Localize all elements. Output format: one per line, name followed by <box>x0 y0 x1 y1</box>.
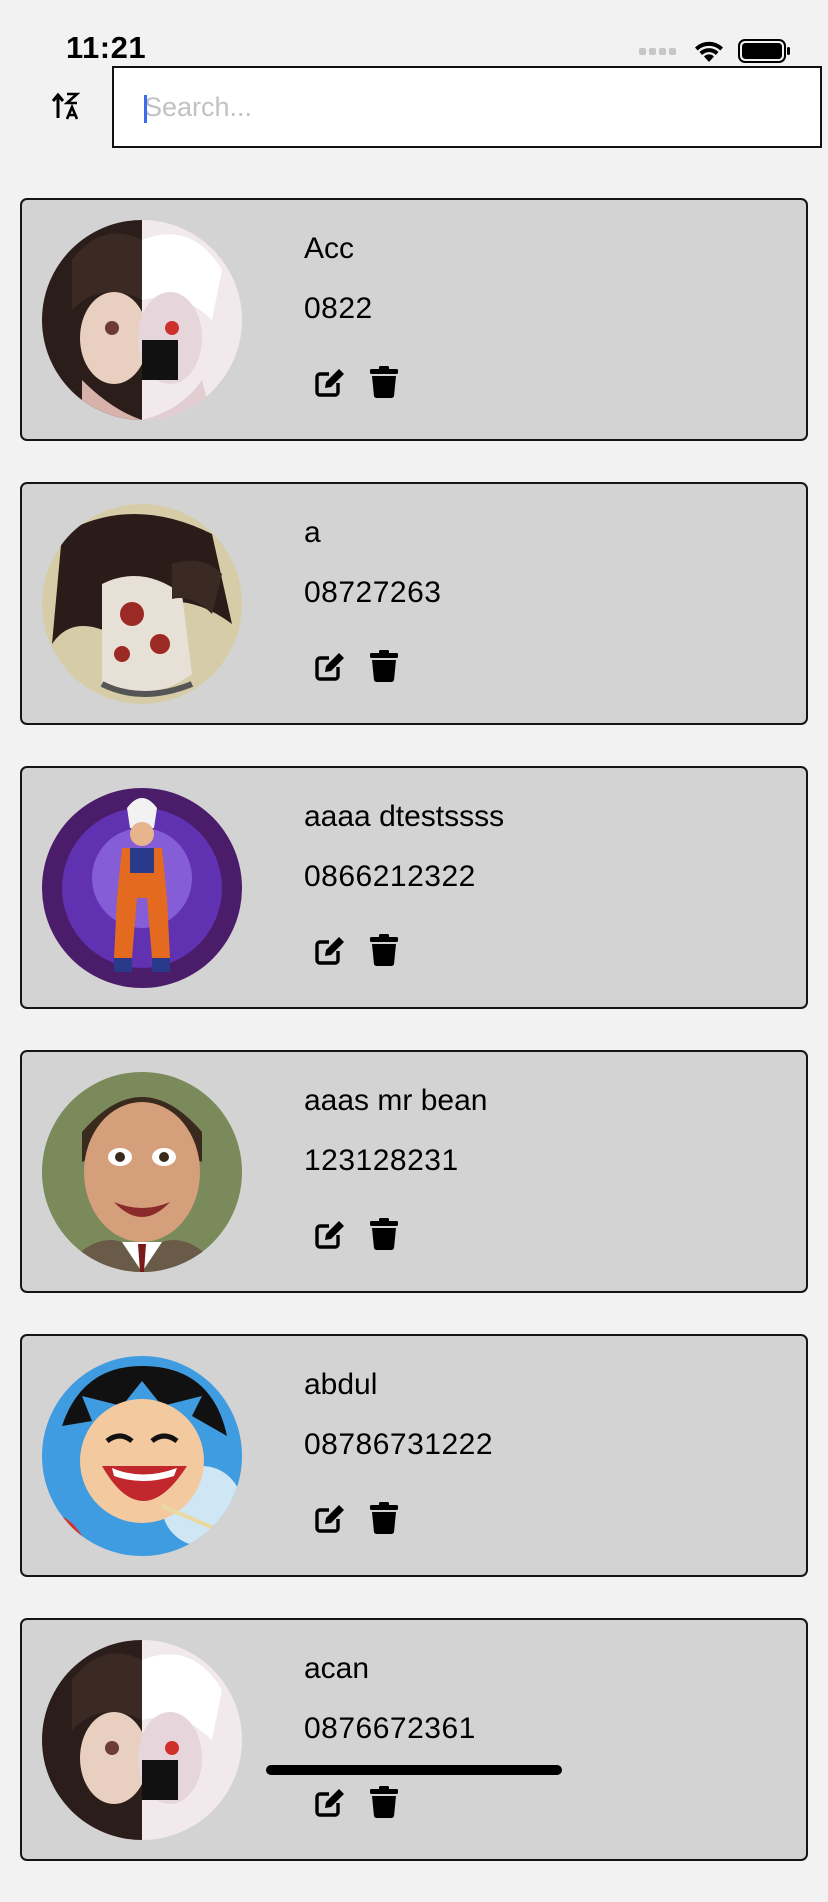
edit-button[interactable] <box>312 1218 348 1254</box>
edit-button[interactable] <box>312 1502 348 1538</box>
trash-icon <box>369 1501 399 1540</box>
trash-icon <box>369 933 399 972</box>
delete-button[interactable] <box>366 933 402 972</box>
edit-icon <box>314 934 346 971</box>
edit-button[interactable] <box>312 934 348 970</box>
contact-card[interactable]: Acc 0822 <box>20 198 808 441</box>
wifi-icon <box>692 38 726 64</box>
status-time: 11:21 <box>66 30 147 65</box>
text-cursor <box>144 95 147 123</box>
contact-name: aaas mr bean <box>304 1084 488 1117</box>
edit-button[interactable] <box>312 1786 348 1822</box>
contact-name: acan <box>304 1652 370 1685</box>
sort-alpha-icon <box>51 91 81 126</box>
delete-button[interactable] <box>366 1501 402 1540</box>
avatar-pirate-laugh <box>42 1356 242 1556</box>
trash-icon <box>369 365 399 404</box>
contact-card[interactable]: aaas mr bean 123128231 <box>20 1050 808 1293</box>
search-input[interactable] <box>114 68 820 146</box>
contact-list: Acc 0822 a 08727263 aaaa dtestssss 08662… <box>20 198 808 1902</box>
delete-button[interactable] <box>366 1217 402 1256</box>
trash-icon <box>369 1785 399 1824</box>
contact-actions <box>312 1785 402 1824</box>
contact-actions <box>312 649 402 688</box>
edit-icon <box>314 1218 346 1255</box>
status-indicators <box>639 38 792 64</box>
contact-name: a <box>304 516 321 549</box>
battery-icon <box>738 38 792 64</box>
contact-card[interactable]: abdul 08786731222 <box>20 1334 808 1577</box>
search-field[interactable] <box>112 66 822 148</box>
trash-icon <box>369 1217 399 1256</box>
edit-icon <box>314 1786 346 1823</box>
contact-phone: 08786731222 <box>304 1428 494 1461</box>
edit-button[interactable] <box>312 650 348 686</box>
contact-phone: 0866212322 <box>304 860 476 893</box>
contact-phone: 0822 <box>304 292 373 325</box>
contact-card[interactable]: acan 0876672361 <box>20 1618 808 1861</box>
contact-name: Acc <box>304 232 355 265</box>
contact-actions <box>312 933 402 972</box>
contact-actions <box>312 365 402 404</box>
sort-button[interactable] <box>46 88 86 128</box>
delete-button[interactable] <box>366 649 402 688</box>
avatar-man-portrait <box>42 1072 242 1272</box>
status-bar: 11:21 <box>0 0 828 66</box>
avatar-ghoul-tattoo <box>42 504 242 704</box>
edit-icon <box>314 366 346 403</box>
home-indicator[interactable] <box>266 1765 562 1775</box>
header <box>0 66 828 150</box>
edit-icon <box>314 650 346 687</box>
contact-name: abdul <box>304 1368 378 1401</box>
delete-button[interactable] <box>366 365 402 404</box>
contact-card[interactable]: aaaa dtestssss 0866212322 <box>20 766 808 1009</box>
edit-icon <box>314 1502 346 1539</box>
avatar-ghoul-mask <box>42 1640 242 1840</box>
delete-button[interactable] <box>366 1785 402 1824</box>
contact-phone: 0876672361 <box>304 1712 476 1745</box>
contact-card[interactable]: a 08727263 <box>20 482 808 725</box>
contact-actions <box>312 1217 402 1256</box>
cellular-signal-icon <box>639 47 676 55</box>
contact-actions <box>312 1501 402 1540</box>
trash-icon <box>369 649 399 688</box>
contact-phone: 123128231 <box>304 1144 459 1177</box>
contact-phone: 08727263 <box>304 576 442 609</box>
avatar-ghoul-mask <box>42 220 242 420</box>
avatar-warrior-aura <box>42 788 242 988</box>
edit-button[interactable] <box>312 366 348 402</box>
contact-name: aaaa dtestssss <box>304 800 505 833</box>
